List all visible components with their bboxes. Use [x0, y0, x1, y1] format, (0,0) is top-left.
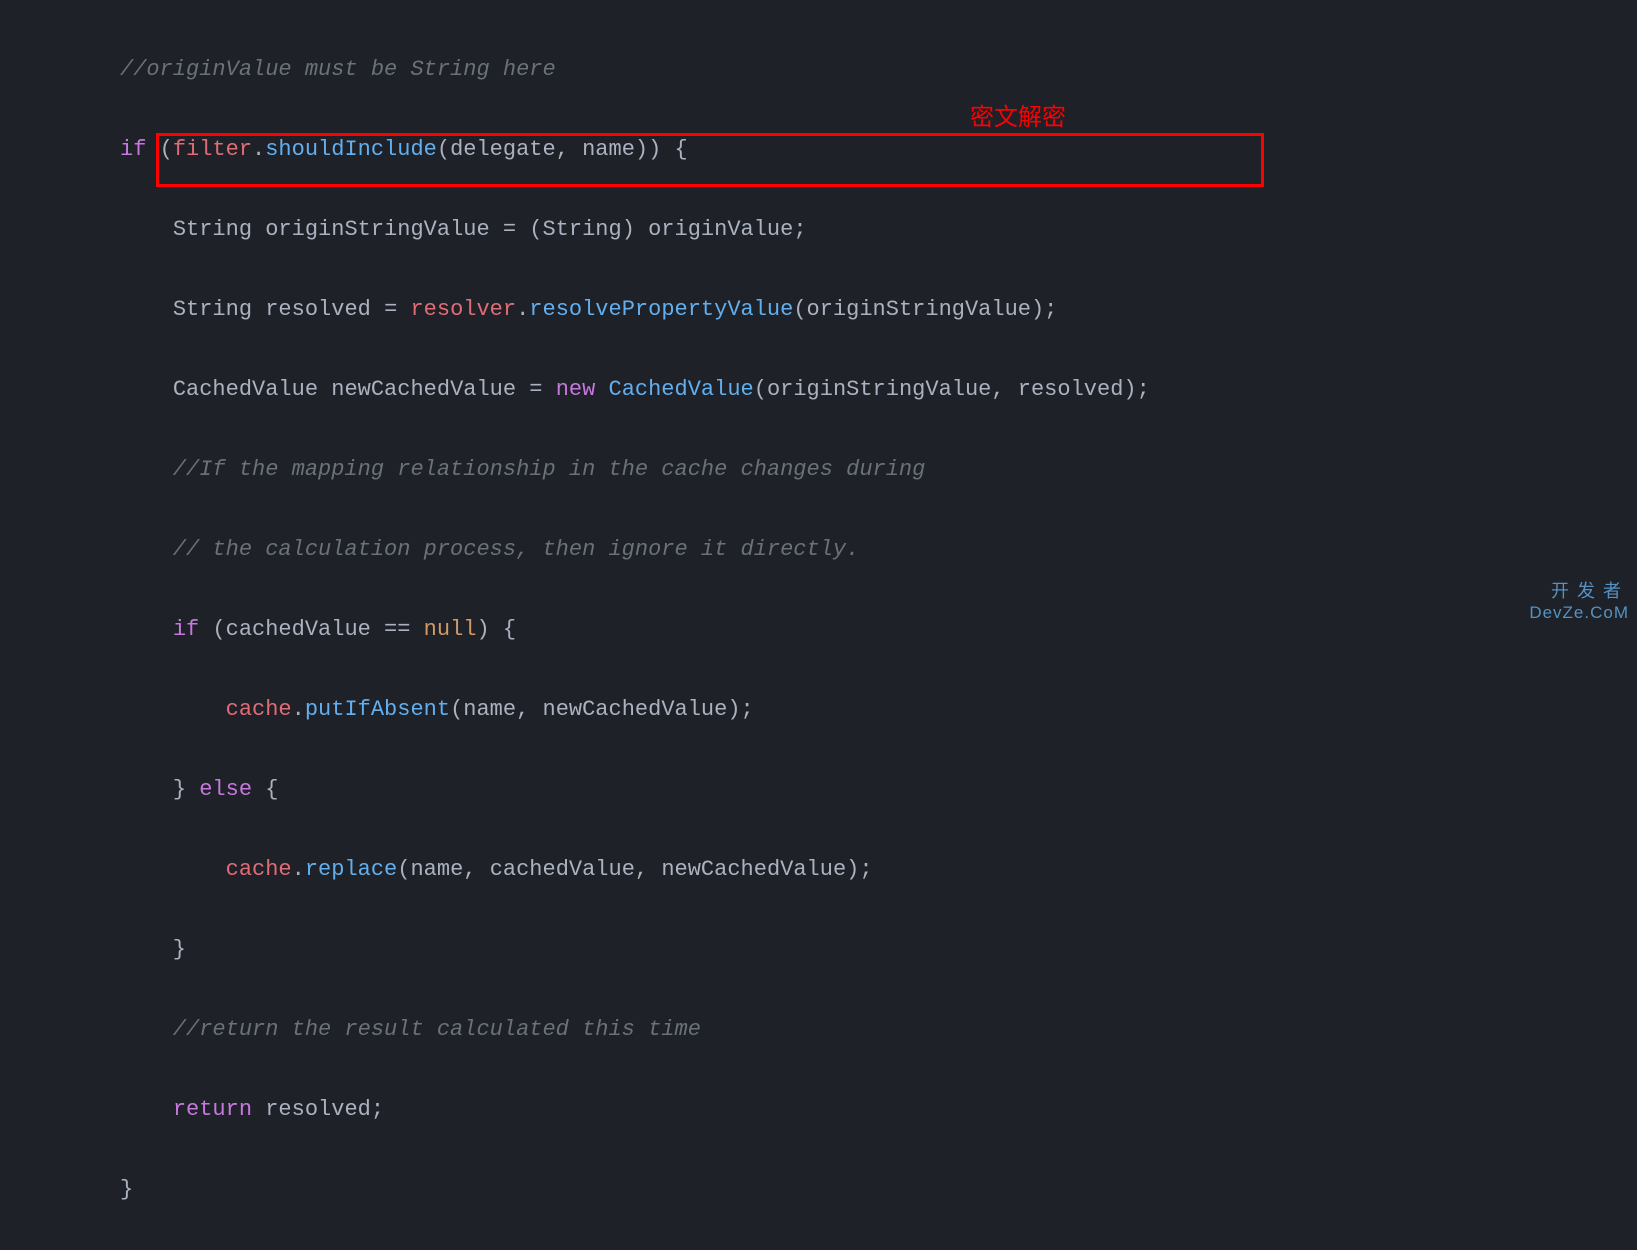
watermark-en-text: DevZe.CoM	[1529, 602, 1629, 624]
watermark: 开发者 DevZe.CoM	[1529, 580, 1629, 624]
code-line: cache.replace(name, cachedValue, newCach…	[120, 850, 1637, 890]
code-line: // the calculation process, then ignore …	[120, 530, 1637, 570]
code-line: //originValue must be String here	[120, 50, 1637, 90]
code-line: cache.putIfAbsent(name, newCachedValue);	[120, 690, 1637, 730]
code-line: }	[120, 1170, 1637, 1210]
code-line: String originStringValue = (String) orig…	[120, 210, 1637, 250]
annotation-label: 密文解密	[970, 98, 1066, 138]
code-line: return resolved;	[120, 1090, 1637, 1130]
code-line: if (filter.shouldInclude(delegate, name)…	[120, 130, 1637, 170]
code-line: }	[120, 930, 1637, 970]
code-line: CachedValue newCachedValue = new CachedV…	[120, 370, 1637, 410]
code-line: if (cachedValue == null) {	[120, 610, 1637, 650]
code-editor-content[interactable]: //originValue must be String here if (fi…	[0, 10, 1637, 1250]
code-line: } else {	[120, 770, 1637, 810]
code-line-highlighted: String resolved = resolver.resolveProper…	[120, 290, 1637, 330]
watermark-cn-text: 开发者	[1529, 580, 1629, 602]
code-line: //If the mapping relationship in the cac…	[120, 450, 1637, 490]
code-line: //return the result calculated this time	[120, 1010, 1637, 1050]
